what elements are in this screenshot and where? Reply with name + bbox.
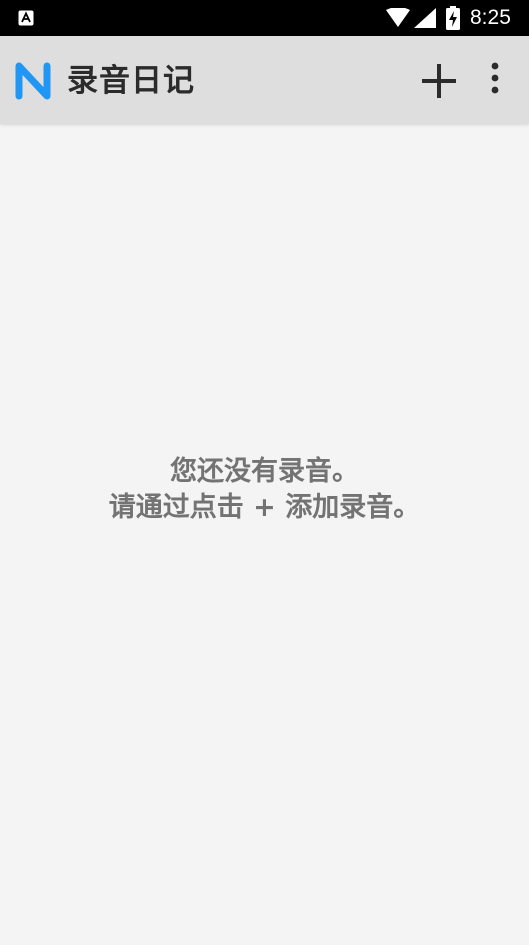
status-clock: 8:25 [470, 6, 511, 29]
add-recording-button[interactable] [416, 58, 462, 104]
empty-state-line-2: 请通过点击 + 添加录音。 [108, 492, 421, 523]
app-bar: 录音日记 [0, 36, 529, 124]
empty-state-message: 您还没有录音。 请通过点击 + 添加录音。 [0, 454, 529, 526]
more-options-button[interactable] [480, 58, 510, 104]
n-logo-icon [15, 62, 51, 100]
more-vert-icon [491, 62, 499, 94]
wifi-icon [386, 8, 410, 27]
battery-charging-icon [446, 6, 460, 30]
status-bar: 8:25 [0, 0, 529, 36]
app-title: 录音日记 [67, 63, 195, 99]
plus-icon [422, 64, 456, 98]
empty-state-line-1: 您还没有录音。 [170, 456, 359, 487]
signal-icon [414, 8, 436, 28]
notification-a-icon [18, 10, 34, 26]
